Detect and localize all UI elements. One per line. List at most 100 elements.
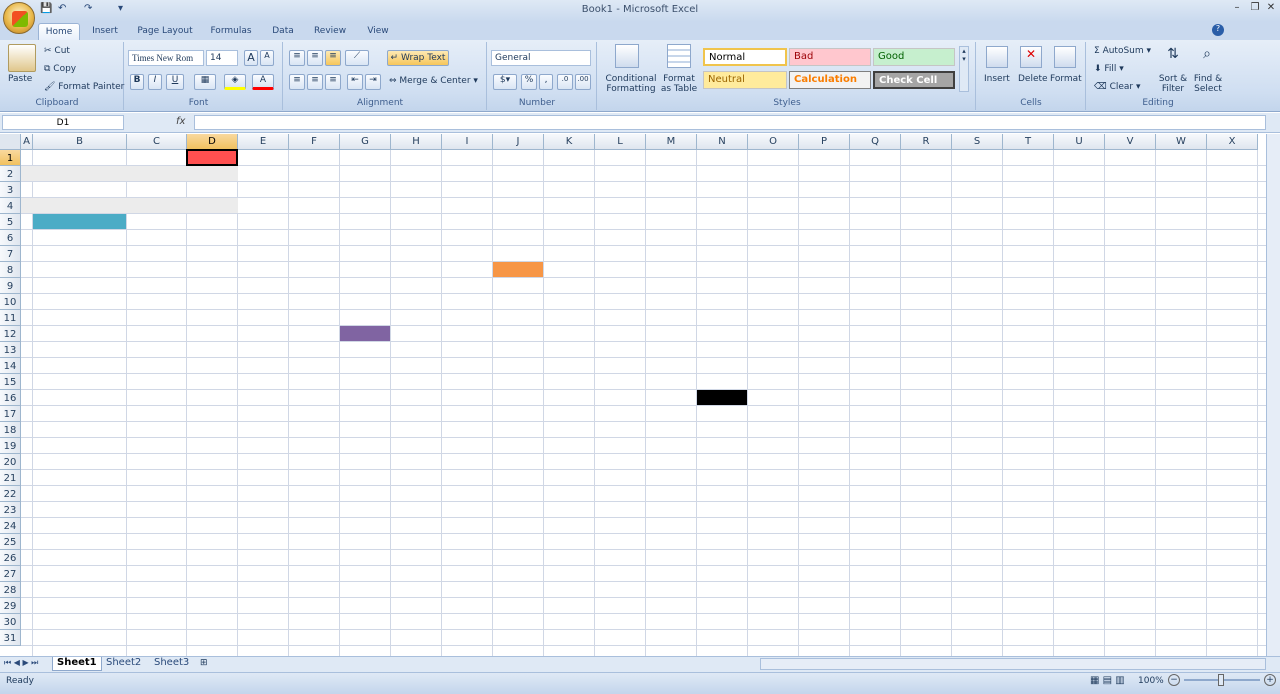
row-header-8[interactable]: 8 — [0, 262, 21, 278]
row-header-27[interactable]: 27 — [0, 566, 21, 582]
row-header-3[interactable]: 3 — [0, 182, 21, 198]
align-right-icon[interactable]: ≡ — [325, 74, 341, 90]
align-top-icon[interactable]: ≡ — [289, 50, 305, 66]
delete-button[interactable]: Delete — [1018, 74, 1048, 84]
row-header-18[interactable]: 18 — [0, 422, 21, 438]
decrease-indent-icon[interactable]: ⇤ — [347, 74, 363, 90]
row-header-9[interactable]: 9 — [0, 278, 21, 294]
style-check-cell[interactable]: Check Cell — [873, 71, 955, 89]
column-header-r[interactable]: R — [901, 134, 952, 150]
conditional-formatting-icon[interactable] — [615, 44, 639, 68]
column-header-h[interactable]: H — [391, 134, 442, 150]
align-middle-icon[interactable]: ≡ — [307, 50, 323, 66]
grow-font-button[interactable]: A — [244, 50, 258, 66]
number-format-select[interactable]: General — [491, 50, 591, 66]
tab-view[interactable]: View — [360, 23, 396, 40]
row-header-15[interactable]: 15 — [0, 374, 21, 390]
select-all-corner[interactable] — [0, 134, 21, 150]
column-header-n[interactable]: N — [697, 134, 748, 150]
worksheet-grid[interactable]: A B C D E F G H I J K L M N O P Q R S T U V W X 1 2 3 4 5 6 7 8 9 10 11 12 1… — [0, 134, 1266, 656]
column-header-q[interactable]: Q — [850, 134, 901, 150]
column-header-o[interactable]: O — [748, 134, 799, 150]
delete-cells-icon[interactable]: ✕ — [1020, 46, 1042, 68]
column-header-t[interactable]: T — [1003, 134, 1054, 150]
font-size-select[interactable]: 14 — [206, 50, 238, 66]
filled-cell-j8[interactable] — [493, 262, 543, 277]
format-as-table-button[interactable]: Format as Table — [657, 74, 701, 94]
format-painter-button[interactable]: 🖌 Format Painter — [44, 82, 124, 92]
tab-page-layout[interactable]: Page Layout — [134, 23, 196, 40]
tab-review[interactable]: Review — [308, 23, 352, 40]
filled-cell-b5[interactable] — [33, 214, 126, 229]
close-button[interactable]: ✕ — [1262, 2, 1280, 16]
help-icon[interactable]: ? — [1212, 24, 1224, 36]
sheet-tab-3[interactable]: Sheet3 — [150, 657, 193, 671]
fill-color-icon[interactable]: ◈ — [224, 74, 246, 90]
zoom-slider-thumb[interactable] — [1218, 674, 1224, 686]
column-header-m[interactable]: M — [646, 134, 697, 150]
paste-button[interactable]: Paste — [8, 74, 32, 84]
sheet-tab-2[interactable]: Sheet2 — [102, 657, 145, 671]
column-header-k[interactable]: K — [544, 134, 595, 150]
row-header-16[interactable]: 16 — [0, 390, 21, 406]
sort-filter-icon[interactable]: ⇅ — [1162, 46, 1184, 68]
merge-center-button[interactable]: ⇔ Merge & Center ▾ — [389, 76, 478, 86]
row-header-5[interactable]: 5 — [0, 214, 21, 230]
view-buttons-icon[interactable]: ▦ ▤ ▥ — [1090, 675, 1125, 686]
column-header-b[interactable]: B — [33, 134, 127, 150]
row-header-11[interactable]: 11 — [0, 310, 21, 326]
increase-indent-icon[interactable]: ⇥ — [365, 74, 381, 90]
find-select-button[interactable]: Find & Select — [1190, 74, 1226, 94]
column-header-s[interactable]: S — [952, 134, 1003, 150]
column-header-e[interactable]: E — [238, 134, 289, 150]
cut-button[interactable]: ✂ Cut — [44, 46, 70, 56]
tab-home[interactable]: Home — [38, 23, 80, 40]
column-header-a[interactable]: A — [21, 134, 33, 150]
row-header-28[interactable]: 28 — [0, 582, 21, 598]
column-header-g[interactable]: G — [340, 134, 391, 150]
bold-button[interactable]: B — [130, 74, 144, 90]
autosum-button[interactable]: Σ AutoSum ▾ — [1094, 46, 1151, 56]
row-header-20[interactable]: 20 — [0, 454, 21, 470]
italic-button[interactable]: I — [148, 74, 162, 90]
row-header-22[interactable]: 22 — [0, 486, 21, 502]
insert-button[interactable]: Insert — [984, 74, 1010, 84]
sheet-tab-1[interactable]: Sheet1 — [52, 657, 102, 671]
filled-cell-g12[interactable] — [340, 326, 390, 341]
tab-insert[interactable]: Insert — [86, 23, 124, 40]
comma-button[interactable]: , — [539, 74, 553, 90]
row-header-21[interactable]: 21 — [0, 470, 21, 486]
decrease-decimal-icon[interactable]: .00 — [575, 74, 591, 90]
styles-more-icon[interactable]: ▴ ▾ — [959, 46, 969, 92]
vertical-scrollbar[interactable] — [1266, 134, 1280, 656]
zoom-in-icon[interactable]: + — [1264, 674, 1276, 686]
row-header-1[interactable]: 1 — [0, 150, 21, 166]
filled-cell-n16[interactable] — [697, 390, 747, 405]
paste-icon[interactable] — [8, 44, 36, 72]
column-header-p[interactable]: P — [799, 134, 850, 150]
column-header-v[interactable]: V — [1105, 134, 1156, 150]
font-name-select[interactable]: Times New Rom — [128, 50, 204, 66]
align-bottom-icon[interactable]: ≡ — [325, 50, 341, 66]
copy-button[interactable]: ⧉ Copy — [44, 64, 76, 74]
row-header-12[interactable]: 12 — [0, 326, 21, 342]
style-neutral[interactable]: Neutral — [703, 71, 787, 89]
column-header-f[interactable]: F — [289, 134, 340, 150]
zoom-level[interactable]: 100% — [1138, 676, 1164, 686]
borders-icon[interactable]: ▦ — [194, 74, 216, 90]
currency-icon[interactable]: $▾ — [493, 74, 517, 90]
column-header-c[interactable]: C — [127, 134, 187, 150]
row-header-17[interactable]: 17 — [0, 406, 21, 422]
style-normal[interactable]: Normal — [703, 48, 787, 66]
row-header-14[interactable]: 14 — [0, 358, 21, 374]
style-calculation[interactable]: Calculation — [789, 71, 871, 89]
align-left-icon[interactable]: ≡ — [289, 74, 305, 90]
insert-function-icon[interactable]: fx — [176, 116, 185, 127]
row-header-2[interactable]: 2 — [0, 166, 21, 182]
binoculars-icon[interactable]: ⌕ — [1196, 46, 1218, 68]
fill-button[interactable]: ⬇ Fill ▾ — [1094, 64, 1124, 74]
insert-cells-icon[interactable] — [986, 46, 1008, 68]
format-as-table-icon[interactable] — [667, 44, 691, 68]
wrap-text-button[interactable]: ↵ Wrap Text — [387, 50, 449, 66]
style-good[interactable]: Good — [873, 48, 955, 66]
